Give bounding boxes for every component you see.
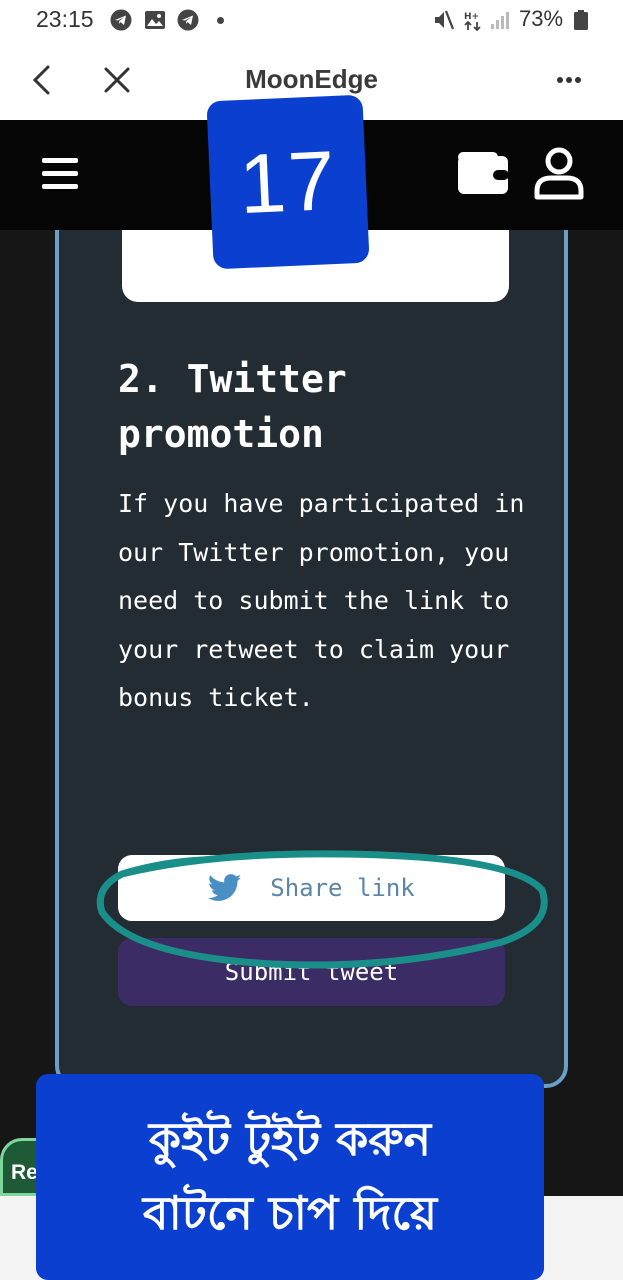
battery-percent: 73% <box>519 6 564 31</box>
step-number: 17 <box>237 132 339 231</box>
more-icon <box>557 77 581 83</box>
more-options-button[interactable] <box>549 60 589 100</box>
svg-text:H+: H+ <box>464 12 479 22</box>
section-description: If you have participated in our Twitter … <box>118 489 525 712</box>
user-icon <box>534 147 584 200</box>
instruction-line-1: কুইট টুইট করুন <box>148 1112 432 1166</box>
user-account-button[interactable] <box>530 144 588 202</box>
side-tab-label: Re <box>11 1161 38 1184</box>
page-title: MoonEdge <box>245 64 378 94</box>
image-icon <box>144 9 166 31</box>
telegram-icon <box>177 9 199 31</box>
instruction-banner: কুইট টুইট করুন বাটনে চাপ দিয়ে <box>36 1074 544 1280</box>
dot-icon <box>217 17 224 24</box>
wallet-icon <box>458 152 509 194</box>
wallet-button[interactable] <box>452 146 514 198</box>
section-heading: 2. Twitter promotion <box>118 357 347 456</box>
telegram-icon <box>110 9 132 31</box>
menu-button[interactable] <box>36 150 84 198</box>
step-number-badge: 17 <box>206 94 370 270</box>
data-icon: H+ <box>462 9 484 32</box>
page-content: a62 2. Twitter promotion If you have par… <box>0 230 623 1196</box>
status-bar: 23:15 H+ 73% <box>0 0 623 42</box>
instruction-line-2: বাটনে চাপ দিয়ে <box>142 1186 438 1240</box>
signal-icon <box>489 9 511 31</box>
hamburger-menu-icon <box>42 158 78 189</box>
mute-icon <box>432 9 455 31</box>
highlight-circle-annotation <box>96 850 548 969</box>
status-time: 23:15 <box>36 6 94 32</box>
battery-icon <box>573 9 595 31</box>
